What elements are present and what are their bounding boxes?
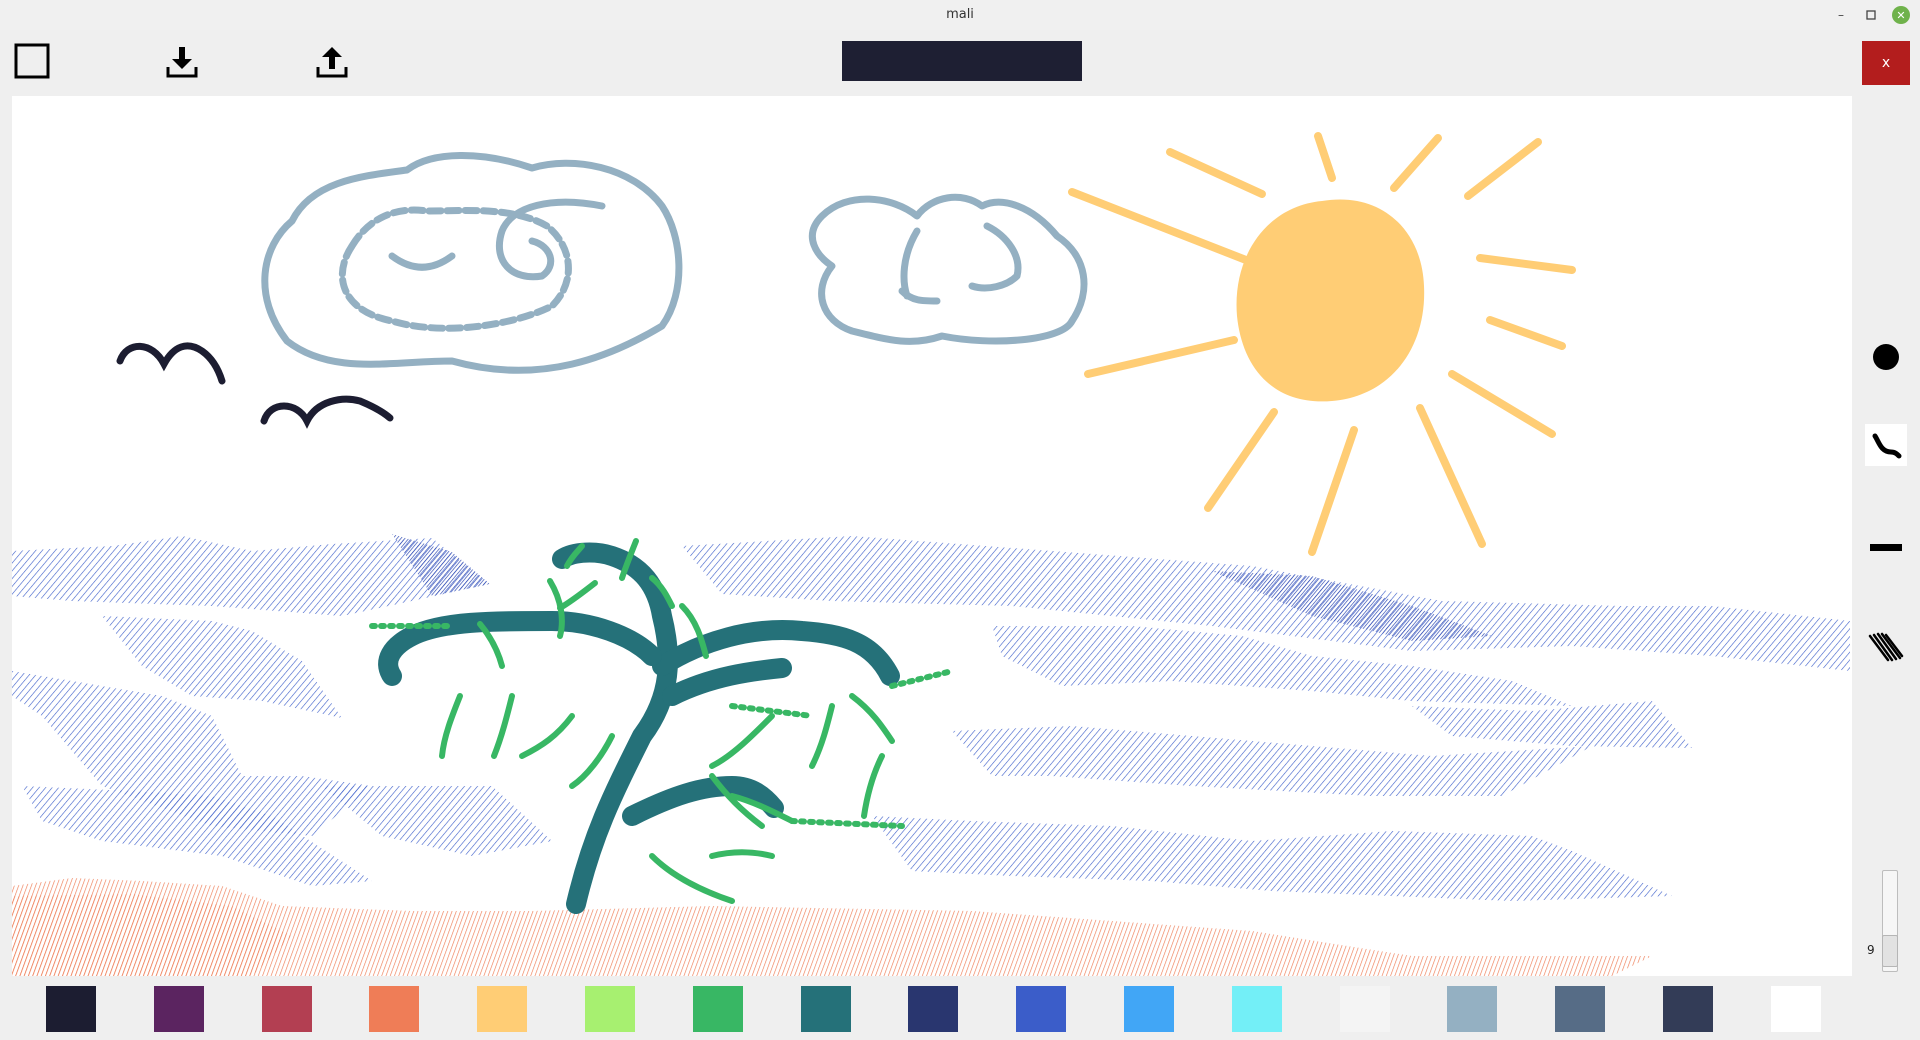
close-canvas-button[interactable]: x [1862, 41, 1910, 85]
color-swatch[interactable] [369, 986, 420, 1032]
window-close-icon[interactable]: ✕ [1892, 6, 1910, 24]
color-swatch[interactable] [1231, 986, 1282, 1032]
title-bar: mali – ✕ [0, 0, 1920, 31]
color-swatch[interactable] [1016, 986, 1067, 1032]
upload-button[interactable] [310, 41, 354, 81]
color-swatch[interactable] [261, 986, 312, 1032]
current-color-indicator [842, 41, 1082, 81]
color-swatch[interactable] [692, 986, 743, 1032]
color-swatch[interactable] [1663, 986, 1713, 1032]
color-swatch[interactable] [1770, 986, 1821, 1032]
color-swatch[interactable] [153, 986, 204, 1032]
stroke-brush-icon [1872, 433, 1902, 459]
color-swatch[interactable] [1339, 986, 1390, 1032]
color-swatch[interactable] [477, 986, 528, 1032]
new-canvas-icon [14, 43, 50, 79]
upload-icon [316, 47, 348, 78]
drawing-canvas[interactable] [12, 96, 1852, 976]
hatch-brush-icon [1868, 632, 1904, 662]
brush-size-slider[interactable] [1882, 870, 1898, 972]
download-icon [166, 47, 198, 78]
color-palette [0, 976, 1920, 1040]
color-swatch[interactable] [46, 986, 96, 1032]
color-swatch[interactable] [1124, 986, 1174, 1032]
new-canvas-button[interactable] [12, 41, 52, 81]
color-swatch[interactable] [800, 986, 851, 1032]
save-button[interactable] [160, 41, 204, 81]
minimize-icon[interactable]: – [1832, 6, 1850, 24]
brush-size-value: 9 [1867, 943, 1875, 957]
maximize-icon[interactable] [1862, 6, 1880, 24]
window-title: mali [946, 7, 974, 22]
color-swatch[interactable] [1447, 986, 1498, 1032]
round-brush-icon [1873, 344, 1899, 370]
round-brush-button[interactable] [1865, 336, 1907, 378]
line-brush-button[interactable] [1865, 526, 1907, 568]
color-swatch[interactable] [1555, 986, 1606, 1032]
brush-sidebar [1855, 96, 1920, 976]
toolbar: x [0, 30, 1920, 96]
line-brush-icon [1870, 544, 1902, 551]
birds [116, 342, 394, 429]
hatch-brush-button[interactable] [1865, 626, 1907, 668]
color-swatch[interactable] [908, 986, 959, 1032]
drawing-artwork [12, 132, 1850, 976]
color-swatch[interactable] [585, 986, 635, 1032]
water-waves [12, 534, 1850, 901]
clouds [261, 152, 1088, 374]
stroke-brush-button[interactable] [1865, 424, 1907, 466]
sun [1068, 132, 1576, 556]
brush-size-slider-thumb[interactable] [1882, 935, 1898, 967]
